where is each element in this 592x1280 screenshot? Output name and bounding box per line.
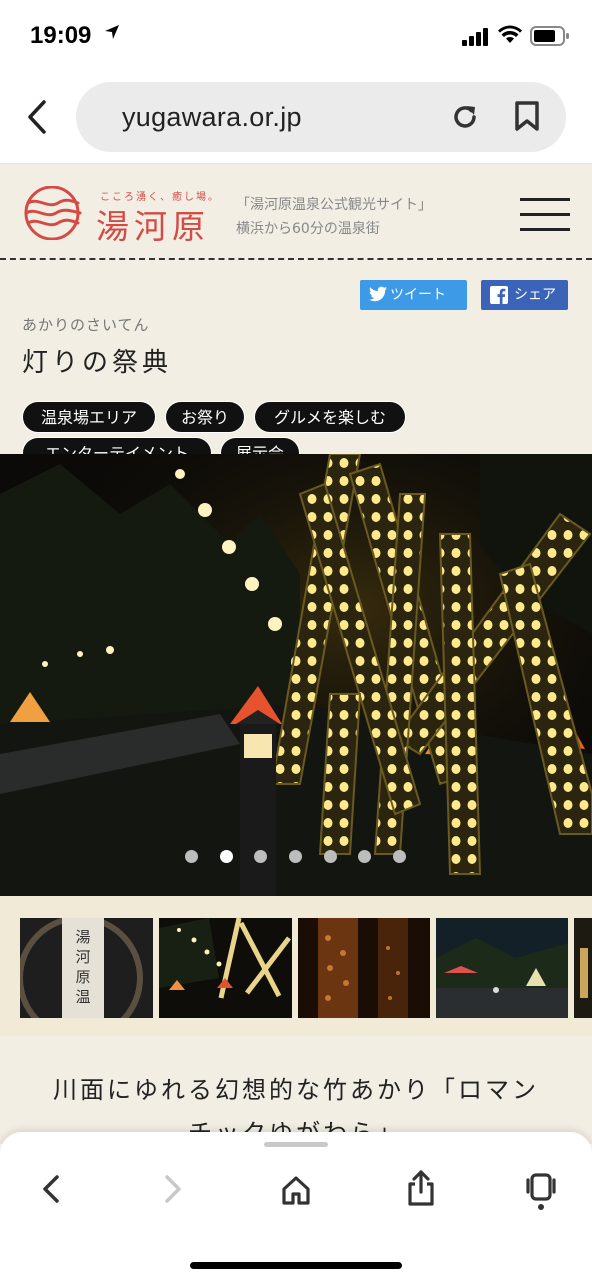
slide-dot-3[interactable] [254,850,267,863]
logo-text[interactable]: 湯河原 [96,200,210,248]
site-description-line2: 横浜から60分の温泉街 [236,221,380,237]
slide-pagination [0,850,592,864]
menu-bar-icon [520,198,570,201]
back-icon[interactable] [38,1172,64,1206]
tag-festival[interactable]: お祭り [165,401,245,433]
back-icon[interactable] [22,94,54,140]
tag-gourmet[interactable]: グルメを楽しむ [254,401,406,433]
thumbnail-3[interactable] [298,918,430,1018]
forward-icon[interactable] [160,1172,186,1206]
slide-dot-2[interactable] [220,850,233,863]
signal-icon [462,28,488,46]
share-label: シェア [514,287,556,303]
share-icon[interactable] [406,1168,436,1208]
site-header: こころ湧く、癒し場。 湯河原 「湯河原温泉公式観光サイト」 横浜から60分の温泉… [0,164,592,260]
bamboo-lantern-photo [0,454,592,896]
site-description-line1: 「湯河原温泉公式観光サイト」 [236,197,432,213]
address-bar[interactable]: yugawara.or.jp [76,82,566,152]
browser-address-row: yugawara.or.jp [0,72,592,164]
slide-dot-1[interactable] [185,850,198,863]
twitter-bird-icon [369,286,387,302]
svg-text:温: 温 [75,988,90,1006]
tweet-button[interactable]: ツイート [360,280,467,310]
article-title: 灯りの祭典 [22,348,173,378]
reload-icon[interactable] [450,102,480,132]
svg-text:湯: 湯 [75,928,90,946]
article-subtitle: あかりのさいてん [22,316,150,334]
slide-dot-5[interactable] [324,850,337,863]
hamburger-menu-button[interactable] [520,198,570,232]
battery-icon [530,26,569,46]
web-page: こころ湧く、癒し場。 湯河原 「湯河原温泉公式観光サイト」 横浜から60分の温泉… [0,164,592,1144]
tabs-icon[interactable] [524,1172,558,1212]
location-arrow-icon [105,25,119,39]
url-text[interactable]: yugawara.or.jp [122,102,302,133]
wifi-icon [498,25,522,43]
thumbnail-2[interactable] [159,918,292,1018]
bookmark-icon[interactable] [514,100,540,132]
thumbnail-strip: 湯 河 原 温 [0,896,592,1036]
yugawara-logo-icon[interactable] [20,186,84,240]
tweet-label: ツイート [390,287,446,303]
menu-bar-icon [520,228,570,231]
article-body-heading-line1: 川面にゆれる幻想的な竹あかり「ロマン [53,1076,539,1104]
svg-text:原: 原 [75,968,90,986]
thumbnail-4[interactable] [436,918,568,1018]
tag-onsenba-area[interactable]: 温泉場エリア [22,401,156,433]
status-time: 19:09 [30,22,92,49]
browser-toolbar [0,1132,592,1280]
thumbnail-5[interactable] [574,918,592,1018]
slide-dot-6[interactable] [358,850,371,863]
svg-text:河: 河 [75,948,90,966]
status-bar: 19:09 [0,0,592,72]
slide-dot-7[interactable] [393,850,406,863]
menu-bar-icon [520,213,570,216]
facebook-share-button[interactable]: シェア [481,280,568,310]
slide-dot-4[interactable] [289,850,302,863]
toolbar-grabber[interactable] [264,1142,328,1147]
thumbnail-1[interactable]: 湯 河 原 温 [20,918,153,1018]
facebook-icon [490,286,508,304]
hero-slide-image[interactable] [0,454,592,896]
home-indicator[interactable] [190,1262,402,1269]
home-icon[interactable] [280,1174,312,1206]
